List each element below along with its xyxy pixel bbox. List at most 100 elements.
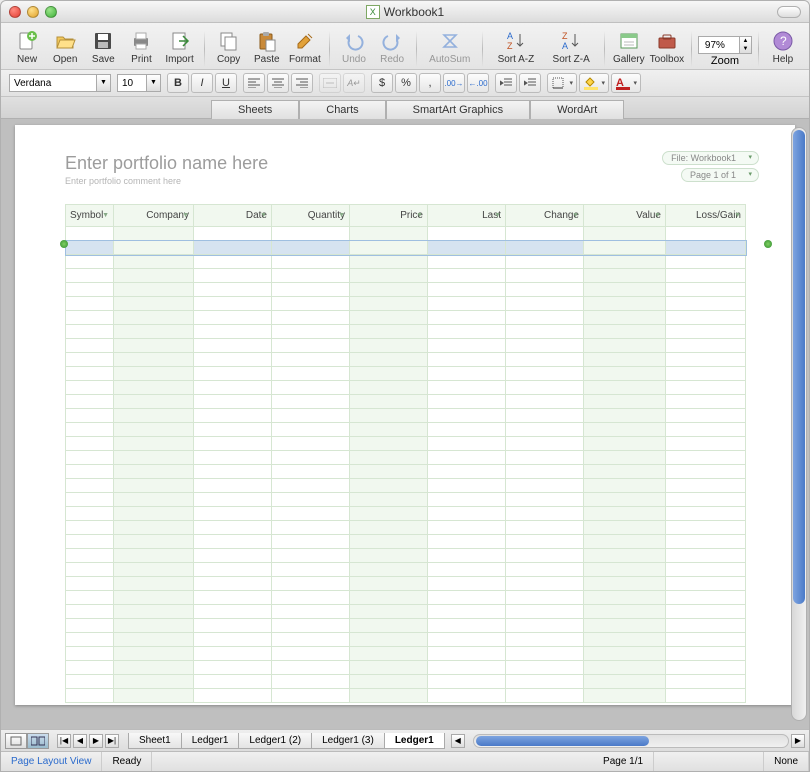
cell[interactable]: [272, 325, 350, 339]
cell[interactable]: [666, 353, 746, 367]
cell[interactable]: [350, 633, 428, 647]
cell[interactable]: [584, 465, 666, 479]
copy-button[interactable]: Copy: [211, 27, 247, 67]
merge-cells-button[interactable]: [319, 73, 341, 93]
cell[interactable]: [428, 451, 506, 465]
cell[interactable]: [506, 521, 584, 535]
cell[interactable]: [428, 647, 506, 661]
cell[interactable]: [350, 311, 428, 325]
cell[interactable]: [666, 311, 746, 325]
cell[interactable]: [66, 675, 114, 689]
cell[interactable]: [584, 591, 666, 605]
cell[interactable]: [114, 605, 194, 619]
cell[interactable]: [666, 479, 746, 493]
cell[interactable]: [584, 521, 666, 535]
cell[interactable]: [114, 437, 194, 451]
cell[interactable]: [272, 255, 350, 269]
cell[interactable]: [666, 381, 746, 395]
cell[interactable]: [66, 297, 114, 311]
cell[interactable]: [506, 283, 584, 297]
cell[interactable]: [194, 325, 272, 339]
filter-icon[interactable]: ▼: [182, 212, 189, 219]
cell[interactable]: [66, 451, 114, 465]
cell[interactable]: [194, 451, 272, 465]
cell[interactable]: [584, 423, 666, 437]
cell[interactable]: [506, 619, 584, 633]
cell[interactable]: [350, 591, 428, 605]
cell[interactable]: [272, 563, 350, 577]
cell[interactable]: [194, 689, 272, 703]
decrease-indent-button[interactable]: [495, 73, 517, 93]
filter-icon[interactable]: ▼: [572, 212, 579, 219]
bold-button[interactable]: B: [167, 73, 189, 93]
cell[interactable]: [194, 507, 272, 521]
cell[interactable]: [272, 311, 350, 325]
cell[interactable]: [66, 661, 114, 675]
cell[interactable]: [584, 353, 666, 367]
cell[interactable]: [194, 409, 272, 423]
percent-button[interactable]: %: [395, 73, 417, 93]
cell[interactable]: [114, 507, 194, 521]
cell[interactable]: [194, 311, 272, 325]
sortaz-button[interactable]: AZSort A-Z: [489, 27, 542, 67]
cell[interactable]: [584, 395, 666, 409]
cell[interactable]: [350, 437, 428, 451]
help-button[interactable]: ?Help: [765, 27, 801, 67]
cell[interactable]: [66, 381, 114, 395]
cell[interactable]: [272, 451, 350, 465]
open-button[interactable]: Open: [47, 27, 83, 67]
cell[interactable]: [506, 381, 584, 395]
align-left-button[interactable]: [243, 73, 265, 93]
cell[interactable]: [114, 619, 194, 633]
cell[interactable]: [66, 325, 114, 339]
cell[interactable]: [506, 269, 584, 283]
cell[interactable]: [584, 325, 666, 339]
cell[interactable]: [272, 437, 350, 451]
cell[interactable]: [584, 367, 666, 381]
cell[interactable]: [272, 633, 350, 647]
cell[interactable]: [272, 465, 350, 479]
cell[interactable]: [194, 423, 272, 437]
cell[interactable]: [194, 577, 272, 591]
cell[interactable]: [66, 269, 114, 283]
new-button[interactable]: New: [9, 27, 45, 67]
vertical-scrollbar[interactable]: [791, 127, 807, 721]
gallery-button[interactable]: Gallery: [611, 27, 647, 67]
cell[interactable]: [350, 647, 428, 661]
comma-button[interactable]: ,: [419, 73, 441, 93]
cell[interactable]: [428, 493, 506, 507]
cell[interactable]: [194, 255, 272, 269]
sheet-tab-2[interactable]: Ledger1 (2): [238, 733, 312, 749]
cell[interactable]: [506, 325, 584, 339]
cell[interactable]: [66, 577, 114, 591]
cell[interactable]: [272, 549, 350, 563]
cell[interactable]: [272, 521, 350, 535]
cell[interactable]: [506, 353, 584, 367]
cell[interactable]: [66, 255, 114, 269]
col-header-value[interactable]: Value▼: [584, 205, 666, 227]
cell[interactable]: [506, 451, 584, 465]
cell[interactable]: [272, 661, 350, 675]
cell[interactable]: [350, 535, 428, 549]
cell[interactable]: [506, 227, 584, 241]
col-header-price[interactable]: Price▼: [350, 205, 428, 227]
cell[interactable]: [428, 437, 506, 451]
cell[interactable]: [428, 591, 506, 605]
filter-icon[interactable]: ▼: [102, 212, 109, 219]
cell[interactable]: [114, 255, 194, 269]
cell[interactable]: [350, 563, 428, 577]
cell[interactable]: [584, 661, 666, 675]
cell[interactable]: [114, 577, 194, 591]
currency-button[interactable]: $: [371, 73, 393, 93]
cell[interactable]: [584, 409, 666, 423]
cell[interactable]: [584, 563, 666, 577]
cell[interactable]: [584, 255, 666, 269]
filter-icon[interactable]: ▼: [416, 212, 423, 219]
cell[interactable]: [66, 605, 114, 619]
cell[interactable]: [66, 437, 114, 451]
cell[interactable]: [350, 423, 428, 437]
cell[interactable]: [506, 465, 584, 479]
filter-icon[interactable]: ▼: [494, 212, 501, 219]
cell[interactable]: [584, 675, 666, 689]
cell[interactable]: [114, 451, 194, 465]
